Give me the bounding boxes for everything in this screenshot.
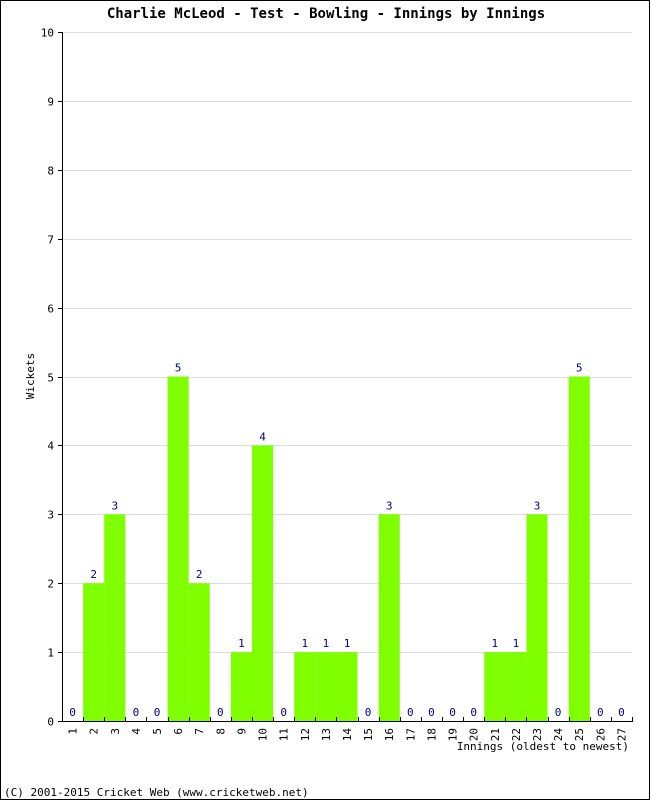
y-tick-label: 1 [47,647,54,660]
bar [336,652,358,721]
y-tick-label: 8 [47,165,54,178]
bar [315,652,337,721]
data-label: 0 [449,706,456,719]
data-label: 1 [301,637,308,650]
data-label: 1 [513,637,520,650]
data-label: 0 [618,706,625,719]
y-tick-label: 6 [47,303,54,316]
data-label: 0 [555,706,562,719]
data-label: 0 [365,706,372,719]
data-label: 0 [280,706,287,719]
data-label: 3 [386,499,393,512]
bar [505,652,527,721]
data-label: 0 [133,706,140,719]
chart-frame: Charlie McLeod - Test - Bowling - Inning… [0,0,650,800]
bar [526,514,548,721]
y-tick-label: 4 [47,440,54,453]
bar [252,445,274,721]
x-tick-label: 14 [341,728,354,742]
data-label: 0 [217,706,224,719]
data-label: 0 [154,706,161,719]
copyright-footer: (C) 2001-2015 Cricket Web (www.cricketwe… [4,786,309,799]
data-label: 1 [491,637,498,650]
bar [568,376,590,721]
chart-title: Charlie McLeod - Test - Bowling - Inning… [107,6,545,22]
bars [83,376,590,721]
y-axis-label: Wickets [24,353,37,399]
y-tick-label: 5 [47,372,54,385]
y-tick-label: 7 [47,234,54,247]
data-label: 0 [428,706,435,719]
x-tick-label: 15 [362,728,375,741]
data-label: 2 [90,568,97,581]
x-tick-label: 1 [67,728,80,735]
x-tick-label: 12 [299,728,312,741]
y-tick-label: 2 [47,578,54,591]
data-label: 5 [576,362,583,375]
bar-chart: Charlie McLeod - Test - Bowling - Inning… [4,6,633,799]
data-label: 0 [597,706,604,719]
data-label: 0 [470,706,477,719]
y-tick-label: 0 [47,716,54,729]
data-label: 0 [69,706,76,719]
data-label: 3 [111,499,118,512]
x-tick-label: 5 [151,728,164,735]
x-tick-label: 4 [130,728,143,735]
y-tick-label: 3 [47,509,54,522]
bar [104,514,126,721]
bar [378,514,400,721]
x-tick-label: 18 [425,728,438,741]
data-label: 4 [259,430,266,443]
y-tick-label: 9 [47,96,54,109]
data-label: 0 [407,706,414,719]
data-label: 1 [344,637,351,650]
x-tick-label: 3 [109,728,122,735]
x-tick-label: 7 [193,728,206,735]
data-label: 1 [323,637,330,650]
x-tick-label: 2 [88,728,101,735]
x-tick-label: 17 [404,728,417,741]
x-tick-label: 8 [214,728,227,735]
data-label: 2 [196,568,203,581]
bar [294,652,316,721]
x-tick-label: 16 [383,728,396,741]
data-label: 5 [175,362,182,375]
x-tick-label: 9 [235,728,248,735]
x-axis-label: Innings (oldest to newest) [457,740,629,753]
x-tick-label: 6 [172,728,185,735]
bar [230,652,252,721]
bar [167,376,189,721]
bar [484,652,506,721]
data-label: 3 [534,499,541,512]
x-tick-label: 10 [257,728,270,741]
x-tick-label: 11 [278,728,291,741]
bar [83,583,105,721]
bar [188,583,210,721]
data-label: 1 [238,637,245,650]
x-tick-label: 13 [320,728,333,741]
y-tick-label: 10 [41,27,54,40]
